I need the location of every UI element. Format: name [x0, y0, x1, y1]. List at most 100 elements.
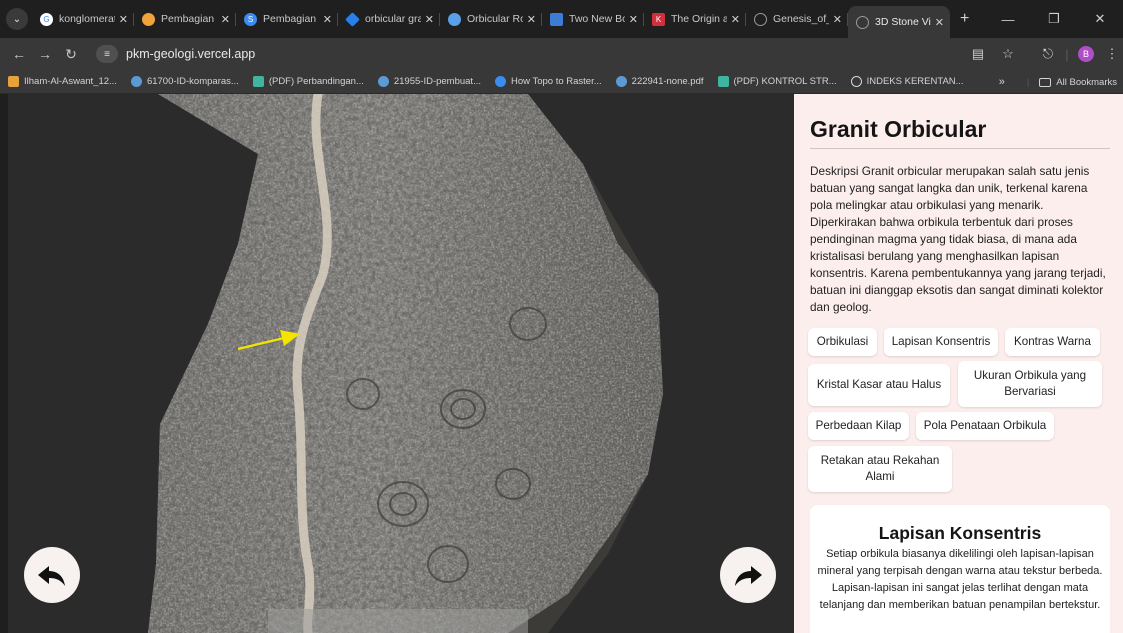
tab-list: Gkonglomerat ✕ Pembagian K ✕ S Pembagian K ✕… — [32, 0, 950, 38]
profile-avatar[interactable]: B — [1078, 46, 1094, 62]
feature-chip-lapisan-konsentris[interactable]: Lapisan Konsentris — [884, 328, 998, 356]
bookmark-item[interactable]: Ilham-Al-Aswant_12... — [8, 76, 117, 87]
bookmark-item[interactable]: 21955-ID-pembuat... — [377, 76, 481, 87]
stone-3d-viewer[interactable] — [8, 94, 794, 633]
feature-chip-perbedaan-kilap[interactable]: Perbedaan Kilap — [808, 412, 909, 440]
browser-tab[interactable]: K The Origin ar ✕ — [644, 4, 746, 34]
bookmark-favicon-icon — [850, 76, 862, 87]
feature-detail-text: Setiap orbikula biasanya dikelilingi ole… — [817, 548, 1103, 611]
bookmark-label: 222941-none.pdf — [631, 76, 704, 87]
bookmark-item[interactable]: INDEKS KERENTAN... — [850, 76, 964, 87]
url-text[interactable]: pkm-geologi.vercel.app — [126, 47, 255, 61]
bookmark-item[interactable]: (PDF) Perbandingan... — [252, 76, 364, 87]
feature-chip-ukuran-orbikula[interactable]: Ukuran Orbikula yang Bervariasi — [958, 361, 1102, 407]
feature-chip-kontras-warna[interactable]: Kontras Warna — [1005, 328, 1100, 356]
browser-tab[interactable]: Orbicular Roc ✕ — [440, 4, 542, 34]
title-divider — [810, 148, 1110, 149]
divider: | — [1065, 46, 1069, 62]
tab-favicon-icon — [856, 15, 869, 29]
tab-close-icon[interactable]: ✕ — [935, 16, 944, 29]
tab-close-icon[interactable]: ✕ — [425, 13, 434, 26]
translate-icon[interactable]: ▤ — [963, 46, 993, 62]
browser-tab[interactable]: Gkonglomerat ✕ — [32, 4, 134, 34]
tab-favicon-icon — [345, 11, 360, 27]
site-info-icon[interactable]: ≡ — [96, 45, 118, 63]
new-tab-button[interactable]: + — [960, 10, 969, 28]
feature-chip-pola-penataan[interactable]: Pola Penataan Orbikula — [916, 412, 1054, 440]
tab-title: The Origin ar — [671, 13, 727, 25]
bookmark-item[interactable]: (PDF) KONTROL STR... — [717, 76, 837, 87]
rotate-left-button[interactable] — [24, 547, 80, 603]
back-icon[interactable]: ← — [6, 46, 32, 62]
tab-strip: ⌄ Gkonglomerat ✕ Pembagian K ✕ S Pembagian … — [0, 0, 1123, 38]
reload-icon[interactable]: ↻ — [58, 46, 84, 63]
tab-favicon-icon — [550, 12, 563, 26]
tab-favicon-icon: S — [244, 12, 257, 26]
address-bar[interactable]: ≡ pkm-geologi.vercel.app — [90, 41, 1010, 67]
bookmarks-bar: Ilham-Al-Aswant_12... 61700-ID-komparas.… — [0, 70, 1123, 94]
browser-tab[interactable]: orbicular gra ✕ — [338, 4, 440, 34]
bookmark-label: 21955-ID-pembuat... — [393, 76, 481, 87]
feature-chip-retakan[interactable]: Retakan atau Rekahan Alami — [808, 446, 952, 492]
bookmark-favicon-icon — [130, 76, 142, 87]
tab-favicon-icon — [754, 12, 767, 26]
stone-base — [268, 609, 528, 633]
bookmark-label: (PDF) KONTROL STR... — [733, 76, 837, 87]
tab-close-icon[interactable]: ✕ — [221, 13, 230, 26]
toolbar-actions: ▤ ☆ ⎋ | B ⋮ — [963, 38, 1123, 70]
tab-close-icon[interactable]: ✕ — [527, 13, 536, 26]
granite-stone-model[interactable] — [8, 94, 794, 633]
stone-title: Granit Orbicular — [810, 116, 987, 142]
bookmark-label: INDEKS KERENTAN... — [866, 76, 964, 87]
bookmark-item[interactable]: 222941-none.pdf — [615, 76, 704, 87]
tab-title: Pembagian K — [263, 13, 319, 25]
bookmark-star-icon[interactable]: ☆ — [993, 46, 1023, 62]
tab-favicon-icon: K — [652, 12, 665, 26]
browser-tab[interactable]: Pembagian K ✕ — [134, 4, 236, 34]
bookmark-favicon-icon — [615, 76, 627, 87]
browser-tab[interactable]: S Pembagian K ✕ — [236, 4, 338, 34]
rotate-right-button[interactable] — [720, 547, 776, 603]
bookmarks-more-chevron-icon[interactable]: » — [999, 76, 1005, 88]
tab-search-chevron-icon[interactable]: ⌄ — [6, 8, 28, 30]
forward-icon[interactable]: → — [32, 46, 58, 62]
tab-title: orbicular gra — [365, 13, 421, 25]
minimize-icon[interactable]: — — [985, 12, 1031, 27]
info-panel: Granit Orbicular Deskripsi Granit orbicu… — [794, 94, 1123, 633]
browser-tab-active[interactable]: 3D Stone Vie ✕ — [848, 6, 950, 38]
bookmark-favicon-icon — [252, 76, 264, 87]
tab-title: Pembagian K — [161, 13, 217, 25]
feature-chip-orbikulasi[interactable]: Orbikulasi — [808, 328, 877, 356]
bookmark-label: (PDF) Perbandingan... — [268, 76, 364, 87]
bookmark-label: How Topo to Raster... — [511, 76, 602, 87]
bookmark-item[interactable]: 61700-ID-komparas... — [130, 76, 239, 87]
browser-tab[interactable]: Genesis_of_o ✕ — [746, 4, 848, 34]
folder-icon — [1039, 77, 1052, 87]
tab-close-icon[interactable]: ✕ — [833, 13, 842, 26]
close-window-icon[interactable]: ✕ — [1077, 11, 1123, 27]
tab-close-icon[interactable]: ✕ — [323, 13, 332, 26]
tab-title: Genesis_of_o — [773, 13, 829, 25]
tab-close-icon[interactable]: ✕ — [731, 13, 740, 26]
bookmark-favicon-icon — [8, 76, 19, 87]
bookmark-label: 61700-ID-komparas... — [146, 76, 239, 87]
browser-tab[interactable]: Two New Bo ✕ — [542, 4, 644, 34]
undo-arrow-icon — [38, 566, 65, 586]
extensions-icon[interactable]: ⎋ — [1033, 46, 1063, 62]
feature-chip-kristal[interactable]: Kristal Kasar atau Halus — [808, 364, 950, 406]
tab-title: 3D Stone Vie — [875, 16, 931, 28]
tab-title: Orbicular Roc — [467, 13, 523, 25]
tab-close-icon[interactable]: ✕ — [629, 13, 638, 26]
divider: | — [1026, 76, 1030, 88]
tab-title: Two New Bo — [569, 13, 625, 25]
bookmark-item[interactable]: How Topo to Raster... — [495, 76, 602, 87]
tab-favicon-icon: G — [40, 12, 53, 26]
address-toolbar: ← → ↻ ≡ pkm-geologi.vercel.app ▤ ☆ ⎋ | B… — [0, 38, 1123, 70]
menu-kebab-icon[interactable]: ⋮ — [1101, 46, 1123, 62]
tab-close-icon[interactable]: ✕ — [119, 13, 128, 26]
tab-favicon-icon — [448, 12, 461, 26]
stone-description: Deskripsi Granit orbicular merupakan sal… — [810, 164, 1106, 314]
bookmarks-overflow: » | All Bookmarks — [999, 70, 1117, 94]
restore-icon[interactable]: ❐ — [1031, 11, 1077, 27]
all-bookmarks-button[interactable]: All Bookmarks — [1056, 77, 1117, 88]
